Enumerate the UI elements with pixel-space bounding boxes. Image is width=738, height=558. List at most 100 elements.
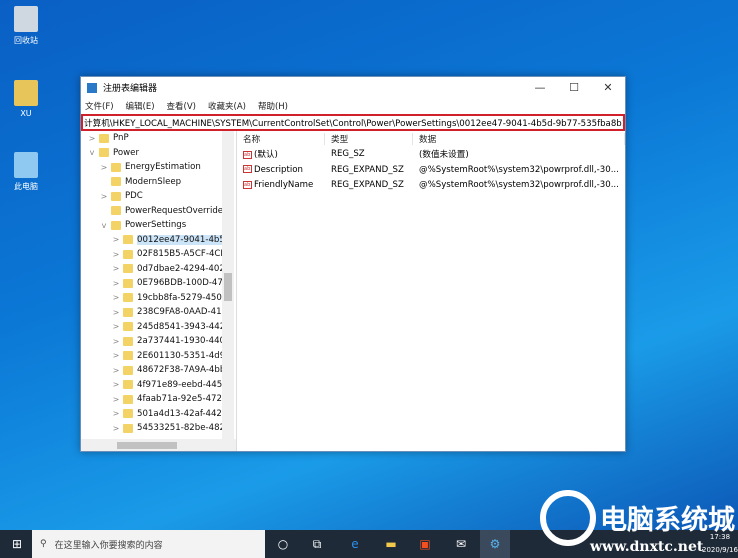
tree-item-label: PnP [113,133,129,144]
menu-bar: 文件(F) 编辑(E) 查看(V) 收藏夹(A) 帮助(H) [81,98,625,114]
windows-logo-icon [540,490,596,546]
tree-item[interactable]: >4f971e89-eebd-445 [81,378,236,393]
regedit-taskbar-icon[interactable]: ⚙ [480,530,510,558]
expand-chevron-icon[interactable]: > [111,264,121,273]
start-button[interactable]: ⊞ [2,530,32,558]
address-bar[interactable]: 计算机\HKEY_LOCAL_MACHINE\SYSTEM\CurrentCon… [81,114,625,131]
key-tree: > PnP v Power > EnergyEstimation ModernSleep > P… [81,131,237,451]
expand-chevron-icon[interactable]: > [99,163,109,172]
column-type[interactable]: 类型 [325,132,413,145]
menu-edit[interactable]: 编辑(E) [126,100,155,112]
expand-chevron-icon[interactable]: > [111,293,121,302]
tree-item[interactable]: >245d8541-3943-442 [81,320,236,335]
value-row[interactable]: ab Description REG_EXPAND_SZ @%SystemRoot%\… [237,162,625,178]
tree-item[interactable]: >501a4d13-42af-442 [81,407,236,422]
expand-chevron-icon[interactable]: > [111,279,121,288]
edge-icon[interactable]: e [340,530,370,558]
tree-item[interactable]: PowerRequestOverride [81,204,236,219]
tree-item-label: PowerRequestOverride [125,205,224,216]
tree-item[interactable]: > EnergyEstimation [81,160,236,175]
expand-chevron-icon[interactable]: > [87,134,97,143]
task-view-icon[interactable]: ⧉ [302,530,332,558]
tree-item[interactable]: >0d7dbae2-4294-402 [81,262,236,277]
value-row[interactable]: ab FriendlyName REG_EXPAND_SZ @%SystemRoot%… [237,178,625,194]
expand-chevron-icon[interactable]: > [111,424,121,433]
expand-chevron-icon[interactable]: v [99,221,109,230]
column-name[interactable]: 名称 [237,132,325,145]
value-type: REG_SZ [331,149,365,160]
folder-icon [111,191,121,201]
folder-icon [123,394,133,404]
desktop-icon-this-pc[interactable]: 此电脑 [6,152,46,192]
tree-item-label: 0012ee47-9041-4b5 [137,234,225,245]
tree-vertical-scrollbar[interactable] [222,131,234,439]
tree-item-label: 02F815B5-A5CF-4CE [137,249,226,260]
folder-icon [123,264,133,274]
title-bar[interactable]: 注册表编辑器 — ☐ ✕ [81,77,625,98]
tree-item[interactable]: > PDC [81,189,236,204]
tree-item[interactable]: >4faab71a-92e5-472 [81,392,236,407]
menu-help[interactable]: 帮助(H) [258,100,288,112]
user-folder-icon [14,80,38,106]
minimize-button[interactable]: — [523,81,557,94]
desktop-icon-recycle-bin[interactable]: 回收站 [6,6,46,46]
tree-item[interactable]: >54533251-82be-482 [81,421,236,436]
tree-item[interactable]: >02F815B5-A5CF-4CE [81,247,236,262]
folder-icon [123,278,133,288]
tree-item[interactable]: >2E601130-5351-4d9 [81,349,236,364]
column-data[interactable]: 数据 [413,132,625,145]
clock[interactable]: 17:38 2020/9/16 [702,531,738,557]
expand-chevron-icon[interactable]: > [111,322,121,331]
scroll-thumb[interactable] [224,273,232,301]
desktop-icon-user[interactable]: XU [6,80,46,118]
tree-item[interactable]: >238C9FA8-0AAD-41 [81,305,236,320]
store-icon[interactable]: ▣ [410,530,440,558]
scroll-thumb[interactable] [117,442,177,449]
taskbar-search[interactable]: ⚲ 在这里输入你要搜索的内容 [32,530,265,558]
tree-item-label: 501a4d13-42af-442 [137,408,222,419]
tree-item[interactable]: v PowerSettings [81,218,236,233]
values-list: 名称 类型 数据 ab (默认) REG_SZ (数值未设置) ab Descriptio… [237,131,625,451]
mail-icon[interactable]: ✉ [446,530,476,558]
tree-item[interactable]: >19cbb8fa-5279-450 [81,291,236,306]
menu-favorites[interactable]: 收藏夹(A) [208,100,246,112]
expand-chevron-icon[interactable]: > [111,250,121,259]
tree-horizontal-scrollbar[interactable] [81,439,236,451]
expand-chevron-icon[interactable]: > [111,395,121,404]
menu-view[interactable]: 查看(V) [167,100,196,112]
tree-item[interactable]: >0E796BDB-100D-47 [81,276,236,291]
cortana-icon[interactable]: ○ [268,530,298,558]
expand-chevron-icon[interactable]: v [87,148,97,157]
folder-icon [123,365,133,375]
tree-item-label: PDC [125,191,143,202]
expand-chevron-icon[interactable]: > [111,409,121,418]
folder-icon [123,380,133,390]
expand-chevron-icon[interactable]: > [111,380,121,389]
expand-chevron-icon[interactable]: > [111,337,121,346]
file-explorer-icon[interactable]: ▬ [376,530,406,558]
expand-chevron-icon[interactable]: > [111,235,121,244]
string-value-icon: ab [243,150,252,159]
tree-item[interactable]: v Power [81,146,236,161]
tree-item-label: 54533251-82be-482 [137,423,226,434]
maximize-button[interactable]: ☐ [557,81,591,94]
expand-chevron-icon[interactable]: > [111,366,121,375]
tree-item[interactable]: >48672F38-7A9A-4bb [81,363,236,378]
folder-icon [99,133,109,143]
watermark-url: www.dnxtc.net [590,539,704,555]
tree-item[interactable]: > PnP [81,131,236,146]
recycle-bin-icon [14,6,38,32]
folder-icon [123,409,133,419]
close-button[interactable]: ✕ [591,81,625,94]
tree-item[interactable]: >0012ee47-9041-4b5 [81,233,236,248]
expand-chevron-icon[interactable]: > [111,308,121,317]
computer-icon [14,152,38,178]
expand-chevron-icon[interactable]: > [99,192,109,201]
menu-file[interactable]: 文件(F) [85,100,114,112]
tree-item-label: EnergyEstimation [125,162,201,173]
tree-item[interactable]: >2a737441-1930-440 [81,334,236,349]
tree-item[interactable]: ModernSleep [81,175,236,190]
tree-item-label: 4f971e89-eebd-445 [137,379,223,390]
value-row[interactable]: ab (默认) REG_SZ (数值未设置) [237,147,625,163]
expand-chevron-icon[interactable]: > [111,351,121,360]
